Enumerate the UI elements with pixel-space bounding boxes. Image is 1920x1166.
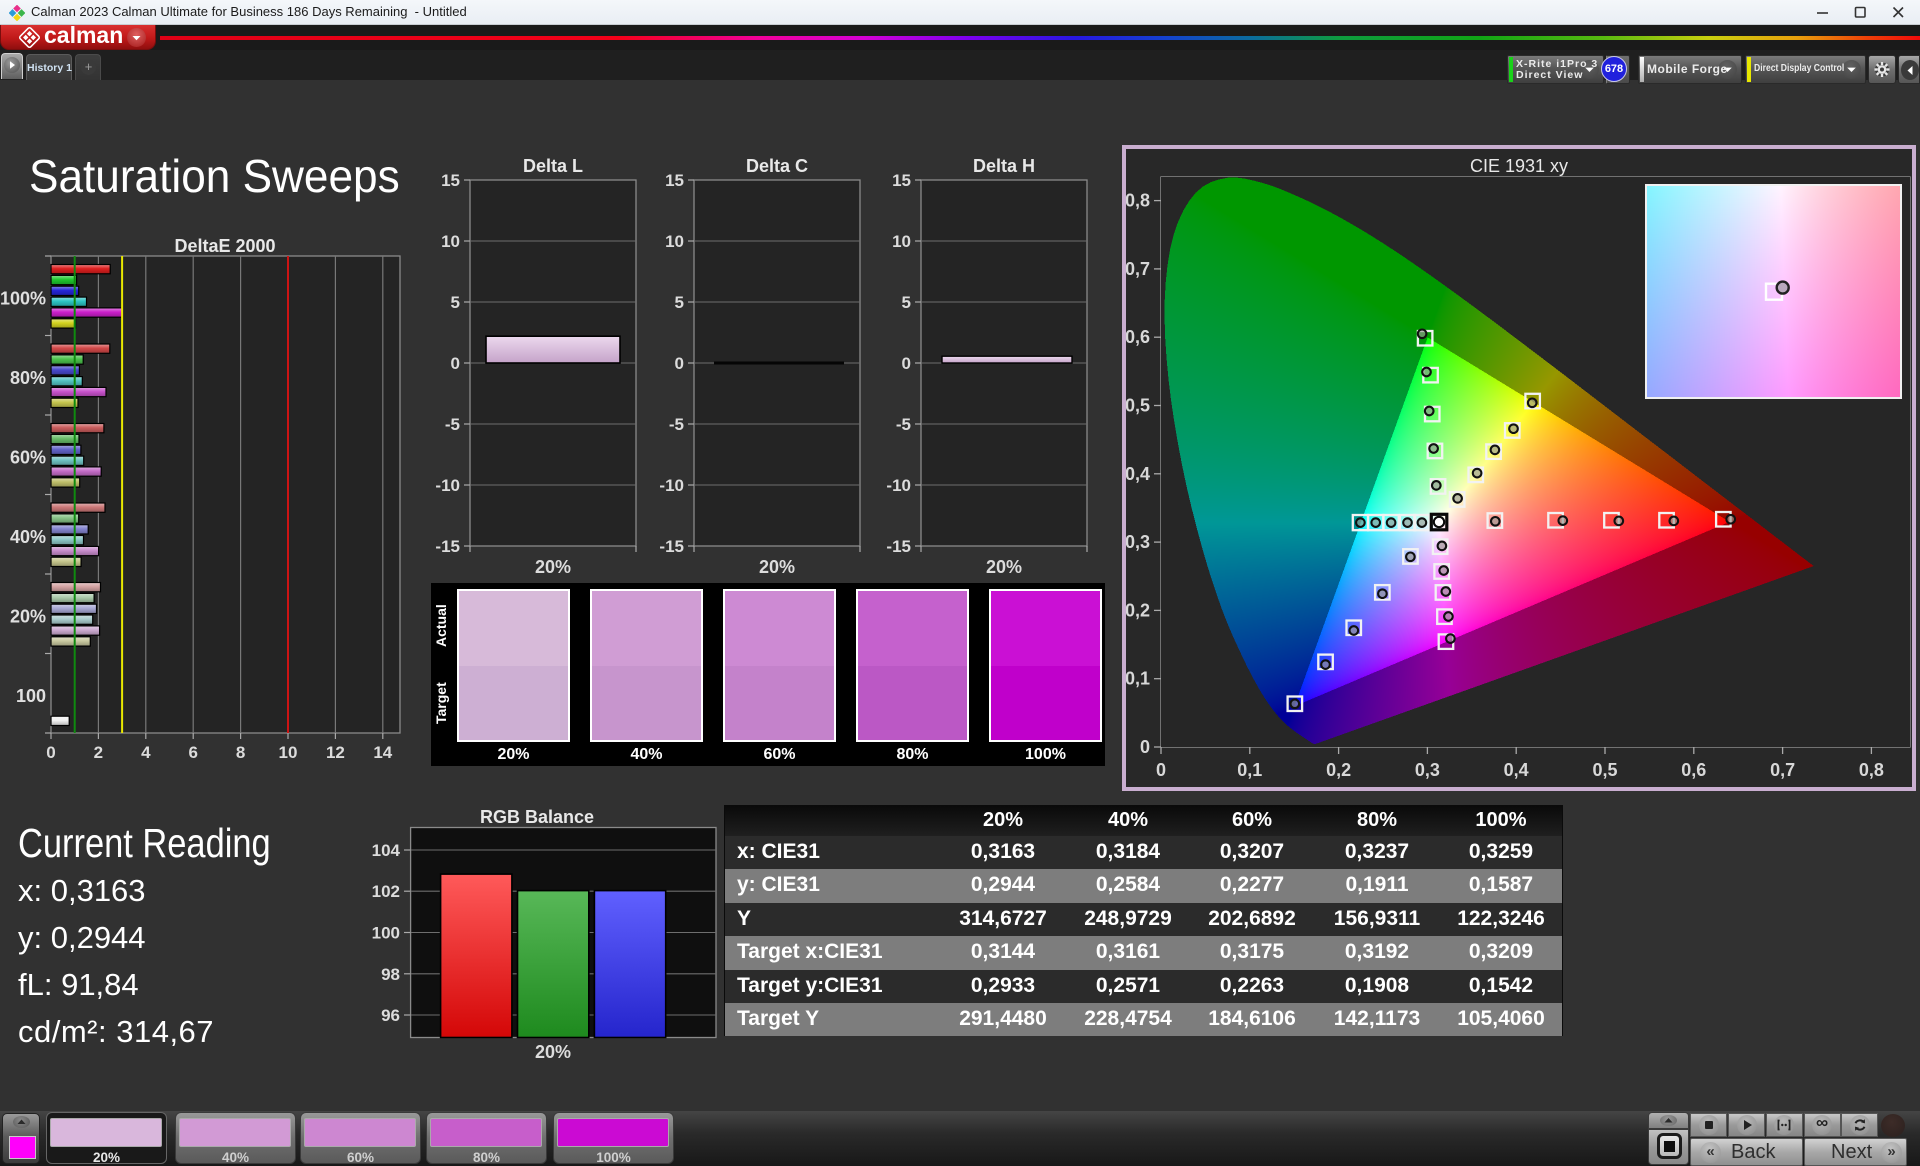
svg-text:Delta L: Delta L xyxy=(523,156,583,176)
svg-text:-15: -15 xyxy=(886,537,911,556)
svg-text:102: 102 xyxy=(372,882,400,901)
svg-text:104: 104 xyxy=(372,841,401,860)
svg-text:10: 10 xyxy=(892,232,911,251)
svg-text:-10: -10 xyxy=(886,476,911,495)
svg-text:-5: -5 xyxy=(445,415,460,434)
svg-text:10: 10 xyxy=(279,743,298,762)
svg-text:0: 0 xyxy=(902,354,911,373)
svg-text:100: 100 xyxy=(372,924,400,943)
svg-text:20%: 20% xyxy=(759,557,795,577)
svg-text:10: 10 xyxy=(441,232,460,251)
svg-text:100%: 100% xyxy=(0,289,46,309)
svg-text:10: 10 xyxy=(665,232,684,251)
svg-text:20%: 20% xyxy=(535,557,571,577)
svg-text:Delta C: Delta C xyxy=(746,156,808,176)
svg-text:8: 8 xyxy=(236,743,245,762)
svg-text:0: 0 xyxy=(675,354,684,373)
svg-text:0: 0 xyxy=(451,354,460,373)
svg-text:15: 15 xyxy=(441,171,460,190)
svg-text:RGB Balance: RGB Balance xyxy=(480,807,594,827)
svg-text:98: 98 xyxy=(381,965,400,984)
svg-text:5: 5 xyxy=(902,293,911,312)
svg-text:4: 4 xyxy=(141,743,151,762)
svg-text:-10: -10 xyxy=(659,476,684,495)
svg-text:-15: -15 xyxy=(435,537,460,556)
svg-text:5: 5 xyxy=(451,293,460,312)
svg-text:60%: 60% xyxy=(10,448,46,468)
svg-text:15: 15 xyxy=(892,171,911,190)
svg-text:2: 2 xyxy=(94,743,103,762)
svg-text:-10: -10 xyxy=(435,476,460,495)
svg-text:-5: -5 xyxy=(669,415,684,434)
svg-text:100: 100 xyxy=(16,686,46,706)
svg-text:20%: 20% xyxy=(986,557,1022,577)
svg-text:5: 5 xyxy=(675,293,684,312)
svg-text:-5: -5 xyxy=(896,415,911,434)
svg-text:15: 15 xyxy=(665,171,684,190)
svg-text:0: 0 xyxy=(46,743,55,762)
svg-text:14: 14 xyxy=(373,743,392,762)
svg-text:20%: 20% xyxy=(10,607,46,627)
svg-text:Delta H: Delta H xyxy=(973,156,1035,176)
svg-text:40%: 40% xyxy=(10,527,46,547)
svg-text:20%: 20% xyxy=(535,1042,571,1062)
svg-text:12: 12 xyxy=(326,743,345,762)
svg-text:96: 96 xyxy=(381,1006,400,1025)
svg-text:DeltaE 2000: DeltaE 2000 xyxy=(174,236,275,256)
svg-text:6: 6 xyxy=(188,743,197,762)
svg-text:-15: -15 xyxy=(659,537,684,556)
svg-text:80%: 80% xyxy=(10,368,46,388)
